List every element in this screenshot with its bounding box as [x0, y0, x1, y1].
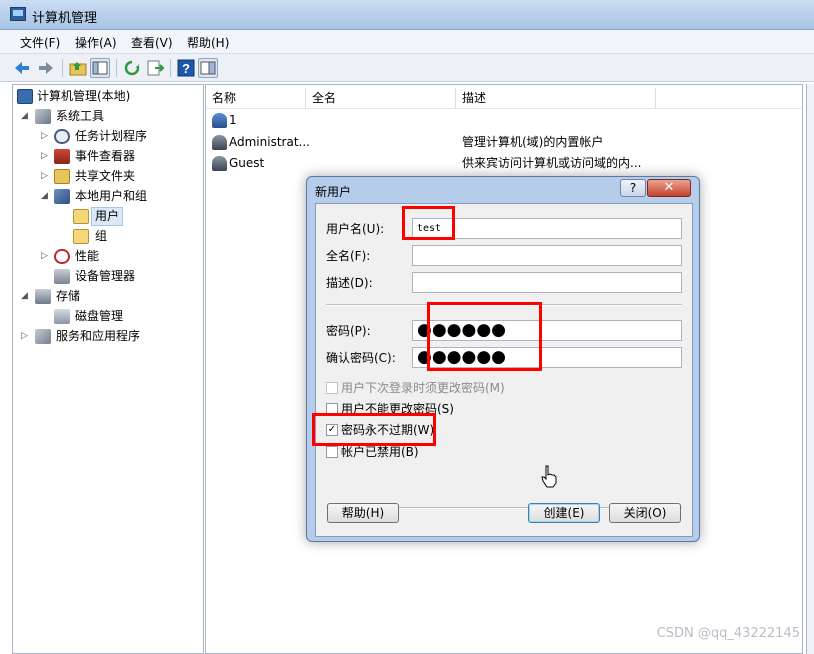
description-field[interactable] [412, 272, 682, 293]
collapsed-arrow-icon[interactable]: ▷ [21, 326, 31, 346]
column-header-fullname[interactable]: 全名 [306, 88, 456, 108]
password-field[interactable]: ●●●●●● [412, 320, 682, 341]
back-arrow-icon[interactable] [12, 58, 32, 78]
close-icon[interactable]: ✕ [647, 179, 691, 197]
navigation-tree: 计算机管理(本地) ◢ 系统工具 ▷ 任务计划程序 ▷ 事件查看器 ▷ 共享文件… [12, 84, 204, 654]
actions-pane [806, 84, 814, 654]
dialog-title: 新用户 [315, 185, 352, 199]
fullname-field[interactable] [412, 245, 682, 266]
description-label: 描述(D): [326, 276, 373, 290]
menu-help[interactable]: 帮助(H) [187, 34, 229, 51]
password-label: 密码(P): [326, 324, 371, 338]
checkbox-box [326, 382, 338, 394]
window-title: 计算机管理 [32, 11, 98, 26]
shared-folder-icon [54, 169, 70, 184]
clock-icon [54, 129, 70, 144]
hand-cursor-icon [541, 465, 557, 488]
help-icon[interactable]: ? [176, 58, 196, 78]
dialog-body: 用户名(U): test 全名(F): 描述(D): 密码(P): ●●●●●●… [315, 203, 693, 537]
column-header-name[interactable]: 名称 [206, 88, 306, 108]
create-button[interactable]: 创建(E) [528, 503, 600, 523]
disabled-user-icon [212, 156, 227, 171]
storage-icon [35, 289, 51, 304]
confirm-password-label: 确认密码(C): [326, 351, 396, 365]
collapsed-arrow-icon[interactable]: ▷ [41, 166, 51, 186]
menu-bar: 文件(F) 操作(A) 查看(V) 帮助(H) [0, 30, 814, 54]
toolbar-separator [62, 59, 63, 77]
expanded-arrow-icon[interactable]: ◢ [41, 186, 51, 206]
event-viewer-icon [54, 149, 70, 164]
fullname-label: 全名(F): [326, 249, 371, 263]
collapsed-arrow-icon[interactable]: ▷ [41, 146, 51, 166]
folder-icon [73, 209, 89, 224]
username-label: 用户名(U): [326, 222, 385, 236]
services-icon [35, 329, 51, 344]
new-user-dialog: 新用户 ? ✕ 用户名(U): test 全名(F): 描述(D): 密码(P)… [306, 176, 700, 542]
help-icon[interactable]: ? [620, 179, 646, 197]
checkbox-box [326, 403, 338, 415]
export-list-icon[interactable] [145, 58, 165, 78]
menu-action[interactable]: 操作(A) [75, 34, 117, 51]
list-item[interactable]: Administrat... 管理计算机(域)的内置帐户 [210, 132, 800, 152]
confirm-password-field[interactable]: ●●●●●● [412, 347, 682, 368]
toolbar-separator [170, 59, 171, 77]
folder-icon [73, 229, 89, 244]
properties-icon[interactable] [198, 58, 218, 78]
svg-text:?: ? [182, 61, 190, 76]
check-icon: ✓ [326, 424, 338, 436]
show-hide-tree-icon[interactable] [90, 58, 110, 78]
menu-file[interactable]: 文件(F) [20, 34, 60, 51]
refresh-icon[interactable] [122, 58, 142, 78]
tools-icon [35, 109, 51, 124]
title-bar: 计算机管理 [0, 0, 814, 30]
user-icon [212, 113, 227, 128]
up-folder-icon[interactable] [68, 58, 88, 78]
username-field[interactable]: test [412, 218, 682, 239]
checkbox-box [326, 446, 338, 458]
expanded-arrow-icon[interactable]: ◢ [21, 286, 31, 306]
expanded-arrow-icon[interactable]: ◢ [21, 106, 31, 126]
disk-icon [54, 309, 70, 324]
list-item[interactable]: Guest 供来宾访问计算机或访问域的内... [210, 153, 800, 173]
users-group-icon [54, 189, 70, 204]
watermark: CSDN @qq_43222145 [656, 626, 800, 641]
list-item[interactable]: 1 [210, 110, 800, 130]
disabled-user-icon [212, 135, 227, 150]
collapsed-arrow-icon[interactable]: ▷ [41, 246, 51, 266]
column-header-empty [656, 88, 802, 108]
collapsed-arrow-icon[interactable]: ▷ [41, 126, 51, 146]
divider [326, 304, 682, 306]
column-header-description[interactable]: 描述 [456, 88, 656, 108]
toolbar-separator [116, 59, 117, 77]
forward-arrow-icon[interactable] [36, 58, 56, 78]
computer-management-icon [10, 7, 26, 21]
computer-management-icon [17, 89, 33, 104]
performance-icon [54, 249, 70, 264]
menu-view[interactable]: 查看(V) [131, 34, 173, 51]
device-manager-icon [54, 269, 70, 284]
toolbar: ? [0, 54, 814, 82]
close-button[interactable]: 关闭(O) [609, 503, 681, 523]
help-button[interactable]: 帮助(H) [327, 503, 399, 523]
